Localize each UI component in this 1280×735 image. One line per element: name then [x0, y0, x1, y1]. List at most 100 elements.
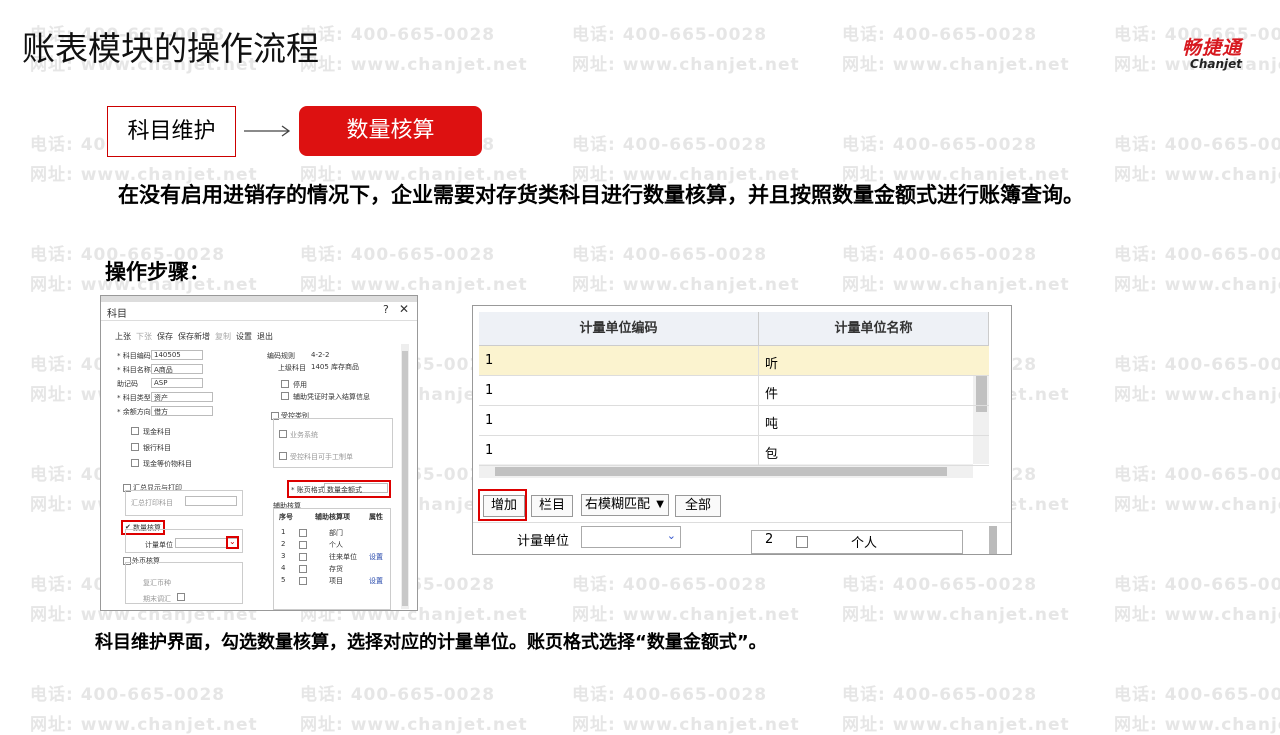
aux-row-checkbox[interactable]: [299, 577, 307, 585]
behind-scrollbar[interactable]: [989, 526, 997, 554]
unit-popup-screenshot: 计量单位编码 计量单位名称 增加 栏目 右模糊匹配 ▼ 全部 计量单位 ⌄ 2 个…: [472, 305, 1012, 555]
watermark-phone: 电话: 400-665-0028: [572, 135, 768, 155]
aux-row-no: 4: [281, 564, 286, 572]
watermark-web: 网址: www.chanjet.net: [1114, 715, 1280, 735]
aux-header: 辅助核算项: [315, 513, 350, 521]
manual-voucher-label: 受控科目可手工制单: [290, 453, 353, 461]
watermark-phone: 电话: 400-665-0028: [842, 25, 1038, 45]
summary-print-select[interactable]: [185, 496, 237, 506]
subject-dialog-screenshot: 科目 ? ✕ 上张 下张 保存 保存新增 复制 设置 退出 编码规则 4-2-2 上级科目 …: [100, 295, 418, 611]
toolbar-item[interactable]: 上张: [115, 332, 131, 341]
watermark-phone: 电话: 400-665-0028: [300, 685, 496, 705]
parent-subject-value: 1405 库存商品: [311, 363, 360, 371]
unit-table-row[interactable]: 1包: [479, 436, 989, 466]
unit-table-row[interactable]: 1听: [479, 346, 989, 376]
toolbar-item[interactable]: 保存: [157, 332, 173, 341]
watermark-web: 网址: www.chanjet.net: [300, 275, 528, 295]
toolbar-item[interactable]: 下张: [136, 332, 152, 341]
field-label: 助记码: [117, 380, 138, 388]
unit-name-cell: 件: [765, 387, 779, 402]
watermark-phone: 电话: 400-665-0028: [842, 685, 1038, 705]
aux-row-no: 5: [281, 576, 286, 584]
aux-row-setting-link[interactable]: 设置: [369, 552, 383, 562]
col-header-unit-name: 计量单位名称: [759, 312, 989, 346]
unit-name-cell: 吨: [765, 417, 779, 432]
encoding-rule-value: 4-2-2: [311, 351, 330, 359]
watermark-web: 网址: www.chanjet.net: [842, 55, 1070, 75]
business-system-checkbox[interactable]: [279, 430, 287, 438]
watermark-phone: 电话: 400-665-0028: [572, 575, 768, 595]
cell-divider: [758, 346, 759, 376]
aux-row-checkbox[interactable]: [299, 565, 307, 573]
watermark-web: 网址: www.chanjet.net: [1114, 385, 1280, 405]
watermark-phone: 电话: 400-665-0028: [842, 575, 1038, 595]
summary-print-label: 汇总打印科目: [131, 499, 173, 507]
behind-unit-select[interactable]: ⌄: [581, 526, 681, 548]
watermark-phone: 电话: 400-665-0028: [572, 685, 768, 705]
disable-checkbox[interactable]: [281, 380, 289, 388]
bank-subject-checkbox[interactable]: [131, 443, 139, 451]
toolbar-item[interactable]: 退出: [257, 332, 273, 341]
watermark-web: 网址: www.chanjet.net: [572, 605, 800, 625]
watermark-web: 网址: www.chanjet.net: [1114, 275, 1280, 295]
settlement-checkbox[interactable]: [281, 392, 289, 400]
cash-subject-label: 现金科目: [143, 428, 171, 436]
aux-row-name: 存货: [329, 565, 343, 573]
aux-header: 序号: [279, 513, 293, 521]
behind-unit-label: 计量单位: [517, 534, 570, 549]
match-select[interactable]: 右模糊匹配 ▼: [581, 494, 669, 516]
aux-header: 属性: [369, 513, 383, 521]
unit-code-cell: 1: [485, 413, 494, 428]
aux-row-name: 项目: [329, 577, 343, 585]
aux-row-setting-link[interactable]: 设置: [369, 576, 383, 586]
unit-name-cell: 包: [765, 447, 779, 462]
watermark-web: 网址: www.chanjet.net: [1114, 165, 1280, 185]
popup-hscrollbar-thumb[interactable]: [495, 467, 947, 476]
settlement-label: 辅助凭证时录入结算信息: [293, 393, 370, 401]
fx-adjust-checkbox[interactable]: [177, 593, 185, 601]
field-value: 借方: [154, 408, 168, 416]
toolbar-item[interactable]: 设置: [236, 332, 252, 341]
divider: [101, 320, 417, 321]
dialog-toolbar: 上张 下张 保存 保存新增 复制 设置 退出: [115, 331, 278, 342]
watermark-phone: 电话: 400-665-0028: [1114, 465, 1280, 485]
cash-subject-checkbox[interactable]: [131, 427, 139, 435]
parent-subject-label: 上级科目: [278, 364, 306, 372]
aux-row-checkbox[interactable]: [299, 529, 307, 537]
unit-name-cell: 听: [765, 357, 779, 372]
help-icon[interactable]: ?: [383, 303, 389, 316]
dialog-scrollbar-thumb[interactable]: [402, 351, 408, 606]
behind-row-name: 个人: [851, 536, 878, 551]
toolbar-item[interactable]: 保存新增: [178, 332, 210, 341]
cash-equiv-checkbox[interactable]: [131, 459, 139, 467]
add-button-highlight: [478, 489, 527, 521]
columns-button[interactable]: 栏目: [531, 495, 573, 517]
unit-code-cell: 1: [485, 353, 494, 368]
watermark-phone: 电话: 400-665-0028: [572, 245, 768, 265]
close-icon[interactable]: ✕: [399, 302, 409, 316]
aux-row-checkbox[interactable]: [299, 541, 307, 549]
unit-table-row[interactable]: 1件: [479, 376, 989, 406]
unit-table-row[interactable]: 1吨: [479, 406, 989, 436]
watermark-web: 网址: www.chanjet.net: [842, 275, 1070, 295]
arrow-right-icon: [244, 125, 291, 137]
description-text: 在没有启用进销存的情况下，企业需要对存货类科目进行数量核算，并且按照数量金额式进…: [118, 183, 1084, 207]
manual-voucher-checkbox[interactable]: [279, 452, 287, 460]
behind-row-checkbox[interactable]: [796, 536, 808, 548]
ledger-format-label: * 账页格式: [291, 486, 325, 494]
watermark-web: 网址: www.chanjet.net: [300, 55, 528, 75]
watermark-phone: 电话: 400-665-0028: [572, 25, 768, 45]
toolbar-item[interactable]: 复制: [215, 332, 231, 341]
watermark-phone: 电话: 400-665-0028: [300, 25, 496, 45]
watermark-phone: 电话: 400-665-0028: [1114, 575, 1280, 595]
slide-title: 账表模块的操作流程: [22, 29, 319, 68]
aux-row-checkbox[interactable]: [299, 553, 307, 561]
bank-subject-label: 银行科目: [143, 444, 171, 452]
all-button[interactable]: 全部: [675, 495, 721, 517]
fx-currency-label: 复汇币种: [143, 579, 171, 587]
watermark-phone: 电话: 400-665-0028: [1114, 685, 1280, 705]
encoding-rule-label: 编码规则: [267, 352, 295, 360]
watermark-web: 网址: www.chanjet.net: [572, 275, 800, 295]
behind-row-no: 2: [765, 532, 774, 547]
aux-row-no: 2: [281, 540, 286, 548]
